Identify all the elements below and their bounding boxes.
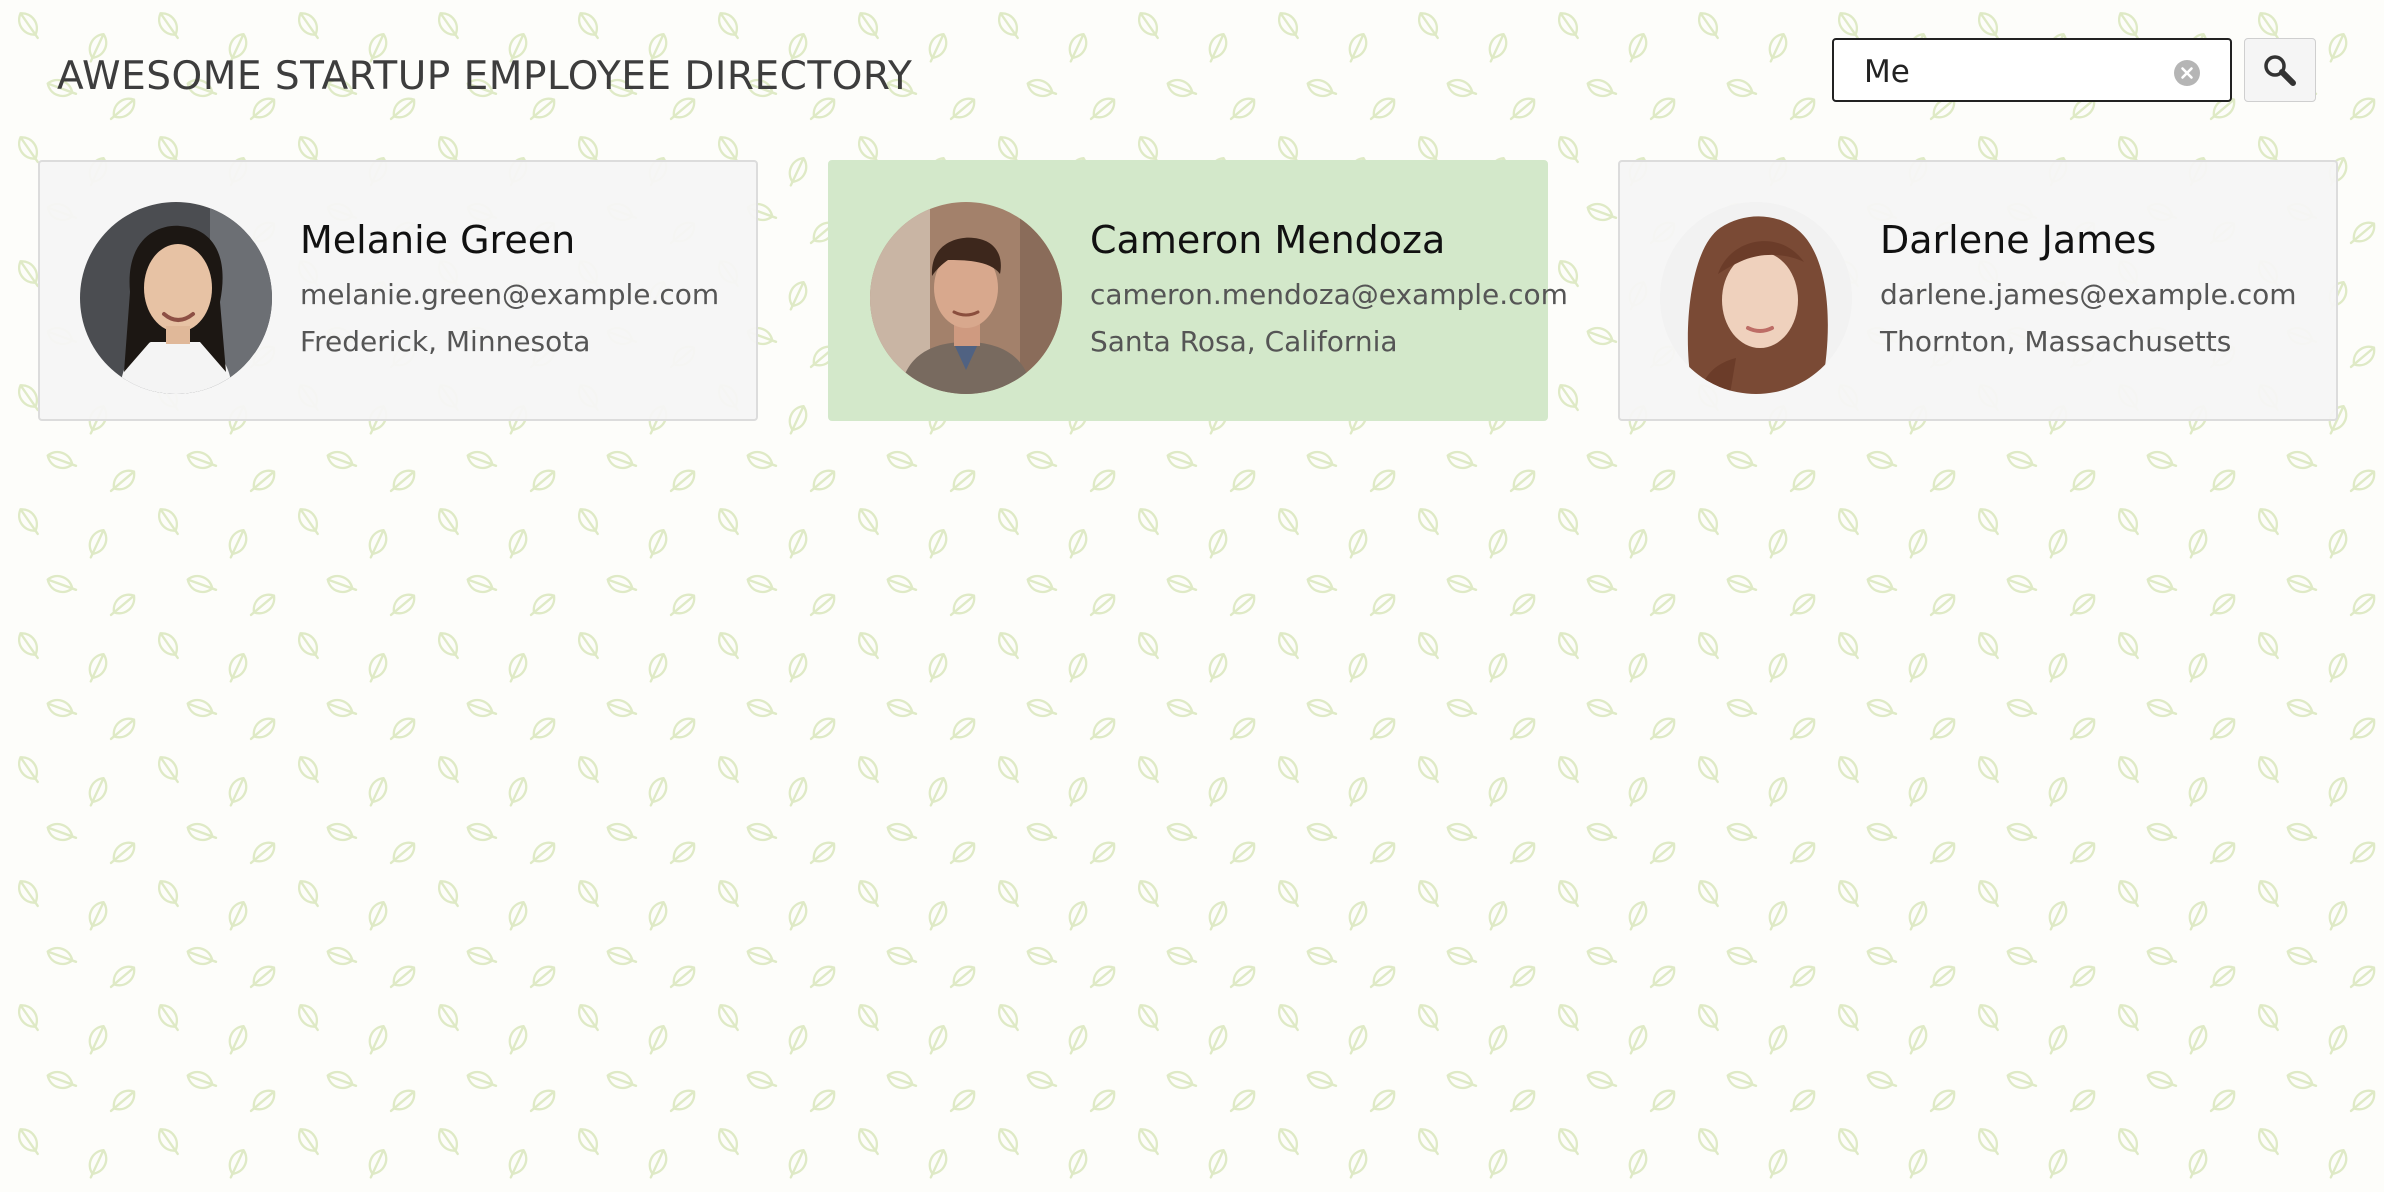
employee-location: Santa Rosa, California — [1090, 325, 1398, 358]
employee-name: Melanie Green — [300, 218, 576, 262]
header: AWESOME STARTUP EMPLOYEE DIRECTORY — [0, 0, 2384, 150]
employee-card[interactable]: Melanie Green melanie.green@example.com … — [38, 160, 758, 421]
search-icon — [2264, 55, 2296, 86]
search-form — [1832, 38, 2318, 104]
employee-email: darlene.james@example.com — [1880, 278, 2297, 311]
employee-location: Thornton, Massachusetts — [1880, 325, 2232, 358]
employee-location: Frederick, Minnesota — [300, 325, 591, 358]
employee-name: Cameron Mendoza — [1090, 218, 1446, 262]
employee-card[interactable]: Cameron Mendoza cameron.mendoza@example.… — [828, 160, 1568, 421]
search-box[interactable] — [1832, 38, 2232, 102]
search-button[interactable] — [2244, 38, 2316, 102]
employee-info: Darlene James darlene.james@example.com … — [1880, 218, 2326, 358]
avatar — [1660, 202, 1852, 394]
employee-card[interactable]: Darlene James darlene.james@example.com … — [1618, 160, 2338, 421]
page-title: AWESOME STARTUP EMPLOYEE DIRECTORY — [57, 54, 913, 99]
avatar — [80, 202, 272, 394]
avatar — [870, 202, 1062, 394]
employee-email: cameron.mendoza@example.com — [1090, 278, 1568, 311]
employee-info: Cameron Mendoza cameron.mendoza@example.… — [1090, 218, 1568, 358]
employee-name: Darlene James — [1880, 218, 2157, 262]
employee-info: Melanie Green melanie.green@example.com … — [300, 218, 746, 358]
clear-icon[interactable] — [2174, 60, 2200, 86]
employee-email: melanie.green@example.com — [300, 278, 720, 311]
search-input[interactable] — [1864, 50, 2174, 94]
